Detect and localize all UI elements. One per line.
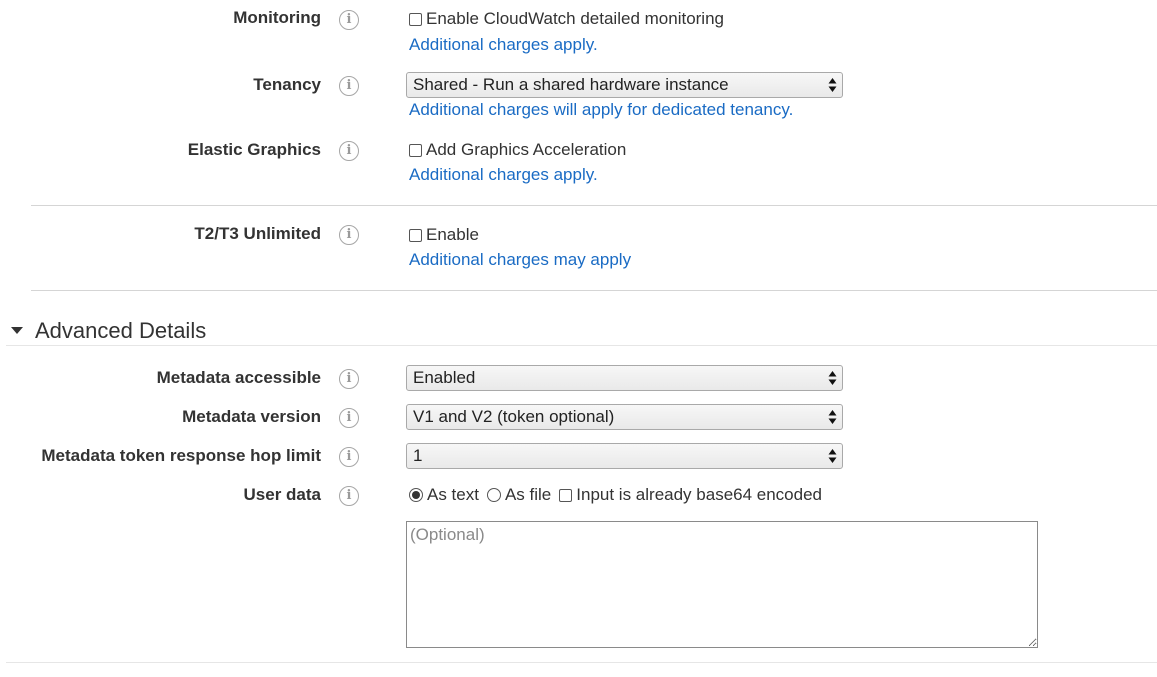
select-arrows-icon — [828, 78, 837, 92]
base64-label[interactable]: Input is already base64 encoded — [576, 485, 822, 505]
info-icon[interactable]: i — [339, 447, 359, 467]
info-icon[interactable]: i — [339, 369, 359, 389]
user-data-options: As text As file Input is already base64 … — [409, 485, 822, 505]
divider — [6, 662, 1157, 663]
info-icon[interactable]: i — [339, 141, 359, 161]
tenancy-select-value: Shared - Run a shared hardware instance — [413, 75, 729, 94]
metadata-version-select[interactable]: V1 and V2 (token optional) — [406, 404, 843, 430]
metadata-accessible-select[interactable]: Enabled — [406, 365, 843, 391]
elastic-graphics-label: Elastic Graphics — [187, 140, 321, 159]
tenancy-charges-link[interactable]: Additional charges will apply for dedica… — [409, 100, 793, 120]
tenancy-label: Tenancy — [253, 75, 321, 94]
advanced-details-title[interactable]: Advanced Details — [35, 318, 206, 344]
info-icon[interactable]: i — [339, 10, 359, 30]
as-text-label[interactable]: As text — [427, 485, 479, 505]
select-arrows-icon — [828, 371, 837, 385]
monitoring-checkbox-label[interactable]: Enable CloudWatch detailed monitoring — [426, 9, 724, 29]
elastic-graphics-checkbox-row[interactable]: Add Graphics Acceleration — [409, 140, 626, 160]
select-arrows-icon — [828, 449, 837, 463]
monitoring-checkbox-row[interactable]: Enable CloudWatch detailed monitoring — [409, 9, 724, 29]
unlimited-label: T2/T3 Unlimited — [194, 224, 321, 243]
elastic-graphics-charges-link[interactable]: Additional charges apply. — [409, 165, 598, 185]
user-data-label: User data — [243, 485, 321, 504]
info-icon[interactable]: i — [339, 486, 359, 506]
metadata-accessible-label: Metadata accessible — [156, 368, 321, 387]
divider — [31, 205, 1157, 206]
section-divider — [6, 345, 1157, 346]
instance-details-page: Monitoring i Enable CloudWatch detailed … — [0, 0, 1157, 677]
hop-limit-select[interactable]: 1 — [406, 443, 843, 469]
elastic-graphics-checkbox-label[interactable]: Add Graphics Acceleration — [426, 140, 626, 160]
unlimited-checkbox-row[interactable]: Enable — [409, 225, 479, 245]
monitoring-checkbox[interactable] — [409, 12, 422, 26]
as-text-radio[interactable] — [409, 488, 423, 502]
hop-limit-label: Metadata token response hop limit — [41, 446, 321, 465]
base64-checkbox[interactable] — [559, 488, 573, 502]
hop-limit-value: 1 — [413, 446, 423, 465]
divider — [31, 290, 1157, 291]
metadata-accessible-value: Enabled — [413, 368, 476, 387]
elastic-graphics-checkbox[interactable] — [409, 143, 422, 157]
unlimited-checkbox[interactable] — [409, 228, 422, 242]
tenancy-select[interactable]: Shared - Run a shared hardware instance — [406, 72, 843, 98]
info-icon[interactable]: i — [339, 408, 359, 428]
unlimited-checkbox-label[interactable]: Enable — [426, 225, 479, 245]
metadata-version-label: Metadata version — [182, 407, 321, 426]
select-arrows-icon — [828, 410, 837, 424]
unlimited-charges-link[interactable]: Additional charges may apply — [409, 250, 631, 270]
metadata-version-value: V1 and V2 (token optional) — [413, 407, 615, 426]
monitoring-charges-link[interactable]: Additional charges apply. — [409, 35, 598, 55]
info-icon[interactable]: i — [339, 76, 359, 96]
caret-down-icon[interactable] — [11, 327, 23, 334]
as-file-radio[interactable] — [486, 488, 501, 502]
as-file-label[interactable]: As file — [505, 485, 551, 505]
monitoring-label: Monitoring — [233, 8, 321, 27]
info-icon[interactable]: i — [339, 225, 359, 245]
user-data-textarea[interactable] — [406, 521, 1038, 648]
